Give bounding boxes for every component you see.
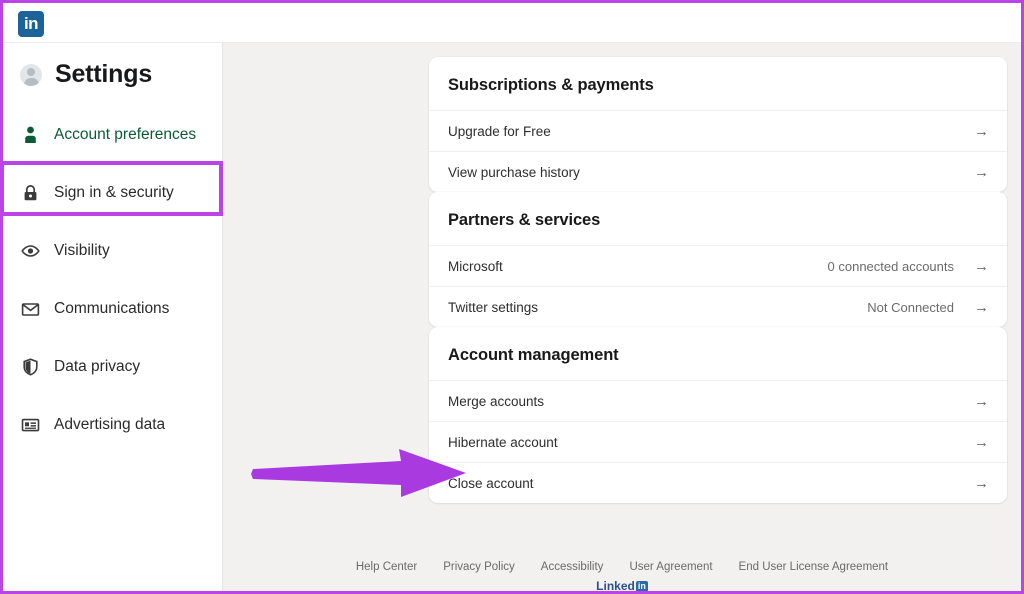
- footer: Help Center Privacy Policy Accessibility…: [223, 548, 1021, 594]
- sidebar-item-sign-in-security[interactable]: Sign in & security: [3, 164, 222, 222]
- top-bar: in: [3, 3, 1021, 43]
- row-label: Hibernate account: [448, 435, 974, 450]
- card-title: Partners & services: [429, 192, 1007, 245]
- sidebar-item-label: Account preferences: [54, 126, 196, 144]
- linkedin-logo-icon[interactable]: in: [18, 11, 44, 37]
- row-merge-accounts[interactable]: Merge accounts →: [429, 380, 1007, 421]
- card-account-management: Account management Merge accounts → Hibe…: [429, 327, 1007, 503]
- eye-icon: [20, 241, 41, 262]
- user-avatar-icon: [20, 64, 42, 86]
- footer-link-eula[interactable]: End User License Agreement: [739, 561, 889, 573]
- sidebar-nav: Account preferences Sign in & security: [3, 106, 222, 454]
- footer-link-accessibility[interactable]: Accessibility: [541, 561, 604, 573]
- row-close-account[interactable]: Close account →: [429, 462, 1007, 503]
- row-label: Twitter settings: [448, 300, 867, 315]
- row-value: 0 connected accounts: [828, 259, 954, 274]
- sidebar-item-label: Advertising data: [54, 416, 165, 434]
- card-subscriptions-payments: Subscriptions & payments Upgrade for Fre…: [429, 57, 1007, 192]
- row-hibernate-account[interactable]: Hibernate account →: [429, 421, 1007, 462]
- sidebar-item-label: Visibility: [54, 242, 110, 260]
- row-microsoft[interactable]: Microsoft 0 connected accounts →: [429, 245, 1007, 286]
- footer-link-privacy-policy[interactable]: Privacy Policy: [443, 561, 515, 573]
- row-value: Not Connected: [867, 300, 954, 315]
- lock-icon: [20, 183, 41, 204]
- sidebar-item-data-privacy[interactable]: Data privacy: [3, 338, 222, 396]
- footer-link-help-center[interactable]: Help Center: [356, 561, 417, 573]
- settings-header: Settings: [3, 43, 222, 106]
- row-label: View purchase history: [448, 165, 974, 180]
- footer-link-user-agreement[interactable]: User Agreement: [629, 561, 712, 573]
- linkedin-settings-screenshot: in Settings Account preferences: [0, 0, 1024, 594]
- card-partners-services: Partners & services Microsoft 0 connecte…: [429, 192, 1007, 327]
- main-content: Subscriptions & payments Upgrade for Fre…: [223, 43, 1021, 594]
- chevron-right-icon: →: [974, 259, 988, 274]
- row-view-purchase-history[interactable]: View purchase history →: [429, 151, 1007, 192]
- row-label: Microsoft: [448, 259, 828, 274]
- linkedin-wordmark: Linkedin: [596, 579, 648, 593]
- envelope-icon: [20, 299, 41, 320]
- linkedin-wordmark-text: Linked: [596, 579, 635, 593]
- row-upgrade-for-free[interactable]: Upgrade for Free →: [429, 110, 1007, 151]
- chevron-right-icon: →: [974, 435, 988, 450]
- sidebar-item-label: Data privacy: [54, 358, 140, 376]
- shield-icon: [20, 357, 41, 378]
- sidebar-item-visibility[interactable]: Visibility: [3, 222, 222, 280]
- person-icon: [20, 125, 41, 146]
- chevron-right-icon: →: [974, 476, 988, 491]
- chevron-right-icon: →: [974, 300, 988, 315]
- sidebar-item-label: Communications: [54, 300, 169, 318]
- card-title: Subscriptions & payments: [429, 57, 1007, 110]
- row-twitter-settings[interactable]: Twitter settings Not Connected →: [429, 286, 1007, 327]
- chevron-right-icon: →: [974, 394, 988, 409]
- ad-card-icon: [20, 415, 41, 436]
- row-label: Close account: [448, 476, 974, 491]
- card-title: Account management: [429, 327, 1007, 380]
- chevron-right-icon: →: [974, 124, 988, 139]
- sidebar-item-advertising-data[interactable]: Advertising data: [3, 396, 222, 454]
- row-label: Upgrade for Free: [448, 124, 974, 139]
- sidebar: Settings Account preferences: [3, 43, 223, 594]
- sidebar-item-communications[interactable]: Communications: [3, 280, 222, 338]
- row-label: Merge accounts: [448, 394, 974, 409]
- sidebar-item-account-preferences[interactable]: Account preferences: [3, 106, 222, 164]
- footer-links: Help Center Privacy Policy Accessibility…: [223, 548, 1021, 573]
- linkedin-wordmark-mark: in: [636, 581, 648, 592]
- chevron-right-icon: →: [974, 165, 988, 180]
- page-title: Settings: [55, 60, 152, 89]
- sidebar-item-label: Sign in & security: [54, 184, 174, 202]
